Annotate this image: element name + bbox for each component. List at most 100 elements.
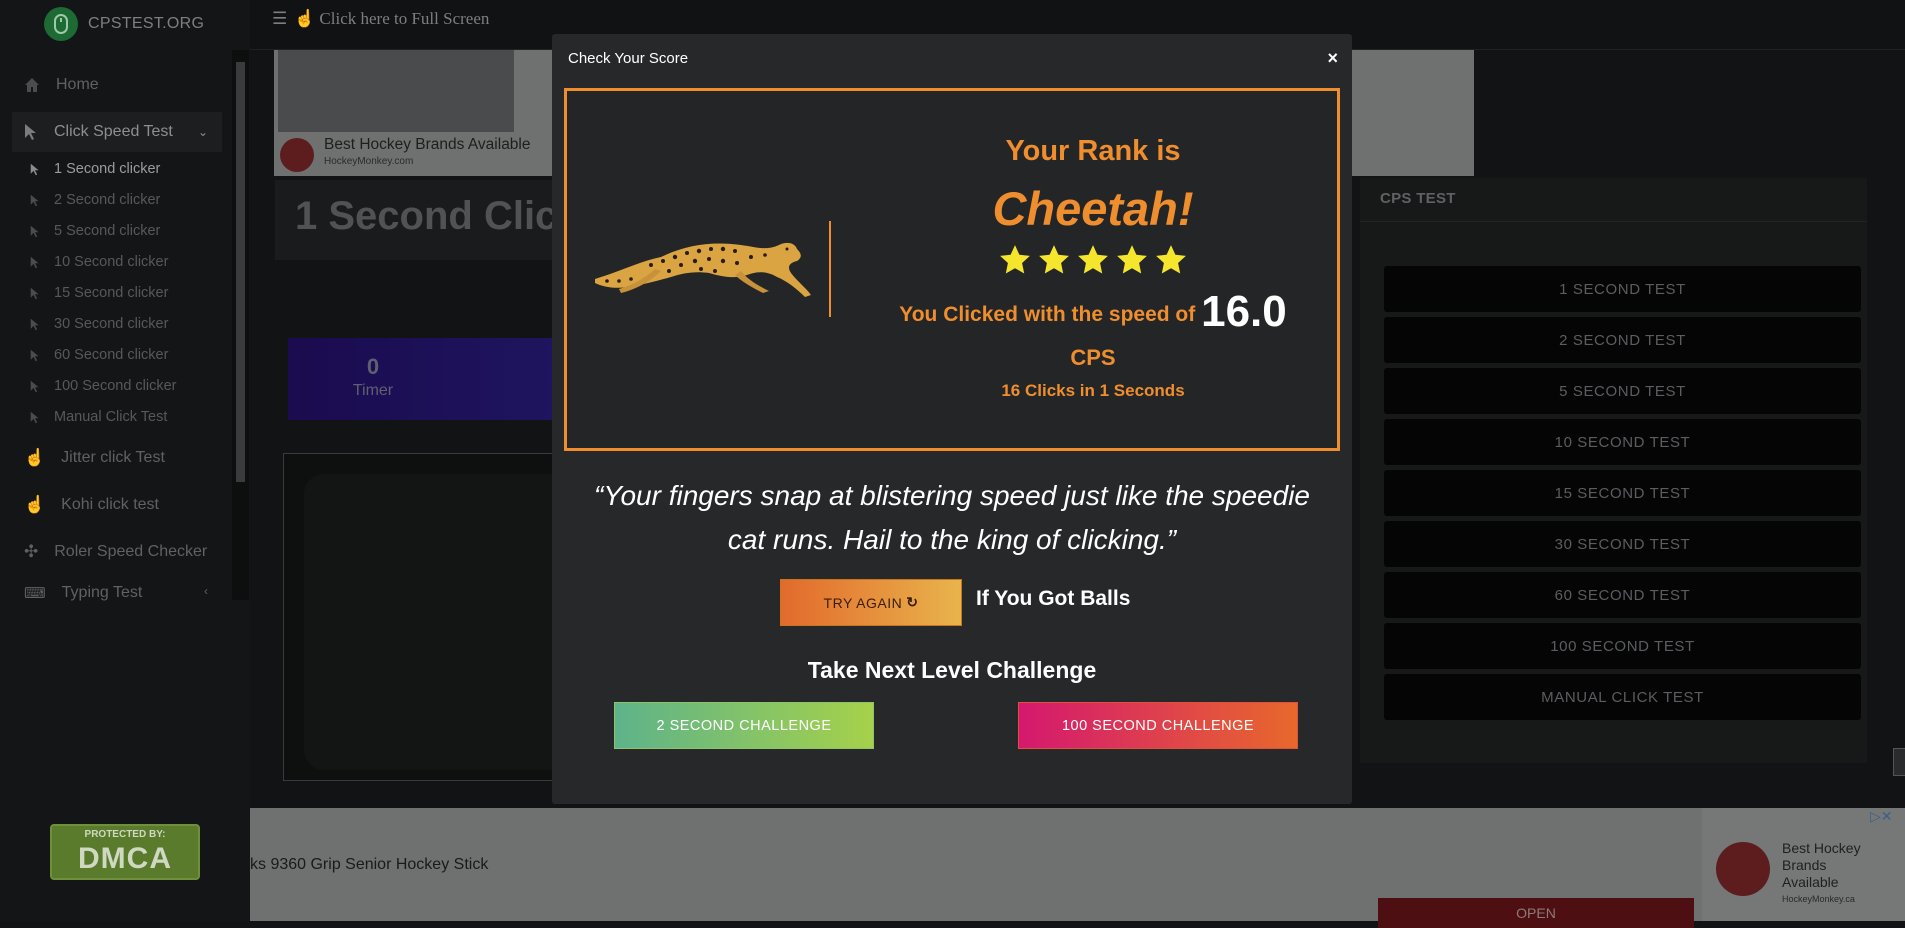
modal-title: Check Your Score [568,50,689,67]
cursor-icon [30,287,39,299]
dmca-badge[interactable]: PROTECTED BY: DMCA [50,824,200,880]
sidebar-item-jitter[interactable]: ☝ Jitter click Test [12,438,222,478]
sidebar-item-label: Roler Speed Checker [54,543,208,560]
test-button-15s[interactable]: 15 SECOND TEST [1384,470,1861,516]
sidebar-subitem-label: Manual Click Test [54,409,168,425]
sidebar-subitem-30[interactable]: 30 Second clicker [30,310,168,338]
sidebar-subitem-label: 10 Second clicker [54,254,169,270]
click-area[interactable] [283,453,583,781]
sidebar-subitem-label: 5 Second clicker [54,223,161,239]
sidebar-item-kohi[interactable]: ☝ Kohi click test [12,485,222,525]
sidebar-scrollbar[interactable] [232,50,249,600]
rank-name: Cheetah! [992,182,1194,235]
dmca-logo: DMCA [78,842,172,875]
sidebar-subitem-10[interactable]: 10 Second clicker [30,248,168,276]
sidebar-item-typing[interactable]: ⌨ Typing Test ‹ [12,584,222,602]
sidebar-subitem-label: 2 Second clicker [54,192,161,208]
star-icon [1078,245,1108,274]
sidebar-subitem-label: 30 Second clicker [54,316,169,332]
sidebar-subitem-label: 60 Second clicker [54,347,169,363]
ad-caption: Best Hockey Brands Available [324,136,531,153]
speed-prefix: You Clicked with the speed of [899,303,1196,326]
rating-stars [853,243,1333,277]
speed-value: 16.0 [1201,287,1287,336]
vertical-divider [829,221,831,317]
timer-box: 0 Timer [288,338,568,420]
cursor-icon [30,256,39,268]
ad-banner-bottom[interactable]: ks 9360 Grip Senior Hockey Stick OPEN Be… [250,808,1905,928]
star-icon [1039,245,1069,274]
speed-unit: CPS [1070,345,1116,370]
ad-source: HockeyMonkey.com [324,156,414,167]
cursor-icon [30,411,39,423]
fullscreen-link[interactable]: ☝ Click here to Full Screen [294,9,489,29]
sidebar-subitem-15[interactable]: 15 Second clicker [30,279,168,307]
ad-close-icon[interactable]: ▷✕ [1870,808,1893,825]
side-toggle[interactable] [1893,748,1905,776]
divider [1360,221,1867,222]
clicks-summary: 16 Clicks in 1 Seconds [1001,381,1185,400]
cursor-icon [30,349,39,361]
sidebar-item-roler[interactable]: ✣ Roler Speed Checker [12,532,222,572]
test-button-10s[interactable]: 10 SECOND TEST [1384,419,1861,465]
ad-text: ks 9360 Grip Senior Hockey Stick [250,856,489,873]
ad-image [278,50,514,132]
timer-value: 0 [366,354,380,379]
test-button-5s[interactable]: 5 SECOND TEST [1384,368,1861,414]
keyboard-icon: ⌨ [24,585,46,602]
sidebar-subitem-5[interactable]: 5 Second clicker [30,217,160,245]
click-area-inner[interactable] [304,474,582,770]
sidebar-item-label: Jitter click Test [61,449,165,466]
test-button-30s[interactable]: 30 SECOND TEST [1384,521,1861,567]
brand-name: CPSTEST.ORG [88,15,205,32]
sidebar-subitem-100[interactable]: 100 Second clicker [30,372,177,400]
brand[interactable]: CPSTEST.ORG [44,6,204,42]
sidebar-subitem-label: 100 Second clicker [54,378,177,394]
cursor-icon [30,380,39,392]
next-level-heading: Take Next Level Challenge [807,657,1097,683]
2-second-challenge-button[interactable]: 2 SECOND CHALLENGE [614,702,874,749]
sidebar-item-label: Home [56,76,99,93]
sidebar-subitem-2[interactable]: 2 Second clicker [30,186,160,214]
ad-open-button[interactable]: OPEN [1378,898,1694,928]
try-again-label: TRY AGAIN [823,594,903,611]
sidebar-item-label: Typing Test [61,584,143,601]
ad-side-text: Best Hockey Brands Available [1782,840,1861,890]
sidebar-item-click-speed-test[interactable]: Click Speed Test ⌄ [12,112,222,152]
challenge-tagline: If You Got Balls [976,587,1131,610]
test-button-2s[interactable]: 2 SECOND TEST [1384,317,1861,363]
test-button-60s[interactable]: 60 SECOND TEST [1384,572,1861,618]
100-second-challenge-button[interactable]: 100 SECOND CHALLENGE [1018,702,1298,749]
close-icon[interactable]: × [1327,48,1338,69]
sidebar-subitem-60[interactable]: 60 Second clicker [30,341,168,369]
chevron-left-icon: ‹ [204,584,208,598]
timer-label: Timer [352,382,394,399]
test-button-1s[interactable]: 1 SECOND TEST [1384,266,1861,312]
sidebar-subitem-1[interactable]: 1 Second clicker [30,155,160,183]
ad-side-source: HockeyMonkey.ca [1782,894,1855,904]
test-button-manual[interactable]: MANUAL CLICK TEST [1384,674,1861,720]
sidebar-subitem-manual[interactable]: Manual Click Test [30,403,167,431]
dmca-caption: PROTECTED BY: [84,829,166,840]
star-icon [1156,245,1186,274]
rank-quote: “Your fingers snap at blistering speed j… [594,480,1310,555]
rank-label: Your Rank is [1005,135,1181,167]
cursor-icon [30,194,39,206]
sidebar-subitem-label: 1 Second clicker [54,161,161,177]
try-again-button[interactable]: TRY AGAIN ↻ [780,579,962,626]
home-icon [25,78,39,92]
test-button-100s[interactable]: 100 SECOND TEST [1384,623,1861,669]
page-title-box: 1 Second Clic [275,180,575,260]
hockeymonkey-logo-icon [280,138,314,172]
crosshair-icon: ✣ [24,542,39,561]
scrollbar-thumb[interactable] [236,62,245,482]
refresh-icon: ↻ [906,594,919,610]
star-icon [1117,245,1147,274]
cursor-icon [30,318,39,330]
speed-line: You Clicked with the speed of 16.0 [853,287,1333,337]
cps-panel-heading: CPS TEST [1380,190,1456,207]
menu-icon[interactable]: ☰ [272,9,287,29]
sidebar-item-home[interactable]: Home [12,65,222,105]
cursor-icon [30,163,39,175]
chevron-down-icon: ⌄ [197,125,208,139]
